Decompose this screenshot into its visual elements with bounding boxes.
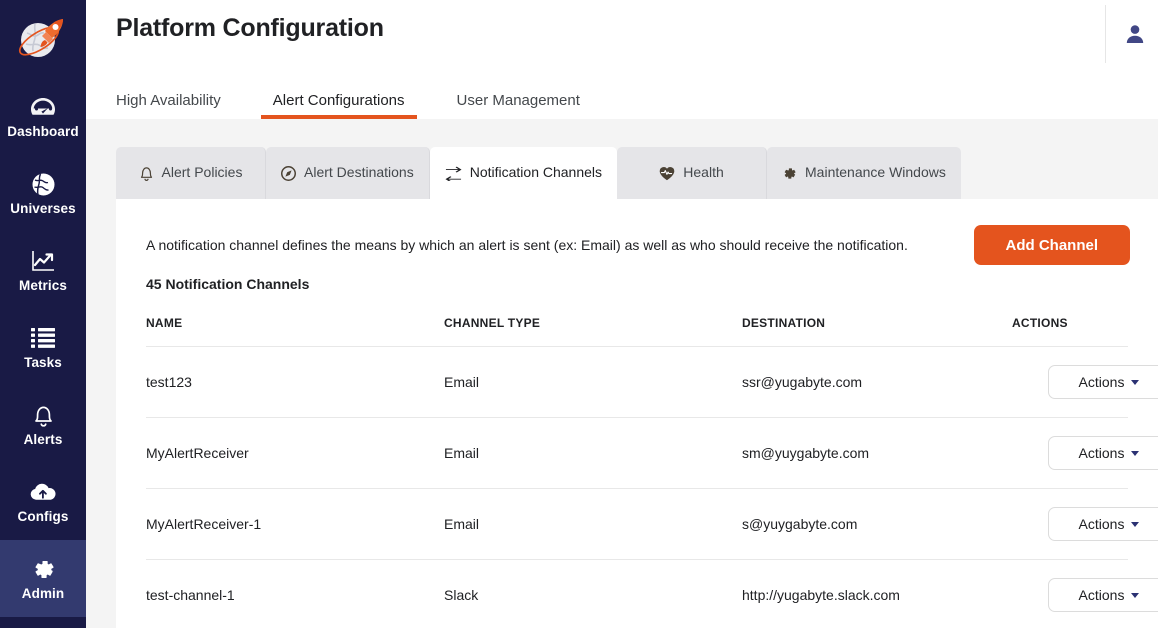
compass-target-icon	[281, 165, 296, 181]
subtab-alert-policies[interactable]: Alert Policies	[116, 147, 266, 199]
cell-actions: Actions	[1012, 346, 1158, 418]
cell-channel-type: Email	[444, 488, 742, 560]
column-header-actions: ACTIONS	[1012, 316, 1128, 347]
row-actions-button[interactable]: Actions	[1048, 436, 1158, 470]
tab-label: Alert Configurations	[272, 92, 405, 109]
table-body: test123 Email ssr@yugabyte.com Actions M…	[146, 346, 1158, 628]
cell-actions: Actions	[1012, 488, 1158, 560]
cell-actions: Actions	[1012, 559, 1158, 628]
tab-alert-configurations[interactable]: Alert Configurations	[260, 92, 417, 119]
chart-line-icon	[30, 248, 56, 274]
cell-destination: ssr@yugabyte.com	[742, 346, 1012, 418]
row-actions-label: Actions	[1078, 516, 1125, 532]
chevron-down-icon	[1131, 521, 1140, 527]
table-header-row: NAME CHANNEL TYPE DESTINATION ACTIONS	[146, 316, 1128, 347]
sidebar-item-label: Configs	[17, 509, 69, 525]
subtab-alert-destinations[interactable]: Alert Destinations	[266, 147, 430, 199]
sidebar: Dashboard Universes Metrics Tasks Alerts…	[0, 0, 86, 628]
table-row[interactable]: MyAlertReceiver-1 Email s@yuygabyte.com …	[146, 488, 1158, 560]
sidebar-item-admin[interactable]: Admin	[0, 540, 86, 617]
subtab-label: Alert Destinations	[304, 164, 414, 181]
table-row[interactable]: MyAlertReceiver Email sm@yuygabyte.com A…	[146, 417, 1158, 489]
chevron-down-icon	[1131, 379, 1140, 385]
secondary-tabs: Alert Policies Alert Destinations Notifi…	[116, 147, 1158, 199]
primary-tabs: High Availability Alert Configurations U…	[116, 93, 620, 119]
panel-header: A notification channel defines the means…	[146, 199, 1130, 265]
subtab-maintenance-windows[interactable]: Maintenance Windows	[767, 147, 961, 199]
cell-destination: sm@yuygabyte.com	[742, 417, 1012, 489]
cell-channel-type: Email	[444, 417, 742, 489]
notification-channels-panel: A notification channel defines the means…	[116, 199, 1158, 628]
sidebar-item-label: Admin	[21, 586, 65, 602]
subtab-label: Notification Channels	[469, 164, 603, 181]
cell-name: test-channel-1	[146, 559, 444, 628]
globe-icon	[30, 171, 56, 197]
row-actions-button[interactable]: Actions	[1048, 365, 1158, 399]
chevron-down-icon	[1131, 592, 1140, 598]
topbar: Platform Configuration High Availability…	[86, 0, 1158, 119]
sidebar-item-configs[interactable]: Configs	[0, 463, 86, 540]
row-actions-button[interactable]: Actions	[1048, 507, 1158, 541]
sidebar-item-label: Alerts	[23, 432, 63, 448]
cell-destination: http://yugabyte.slack.com	[742, 559, 1012, 628]
column-header-channel-type[interactable]: CHANNEL TYPE	[444, 316, 742, 347]
sidebar-item-universes[interactable]: Universes	[0, 155, 86, 232]
cell-destination: s@yuygabyte.com	[742, 488, 1012, 560]
subtab-label: Health	[683, 164, 724, 181]
subtab-label: Alert Policies	[161, 164, 243, 181]
row-actions-button[interactable]: Actions	[1048, 578, 1158, 612]
notification-channels-table: NAME CHANNEL TYPE DESTINATION ACTIONS te…	[146, 316, 1158, 628]
sidebar-item-label: Universes	[10, 201, 76, 217]
dashboard-gauge-icon	[30, 94, 56, 120]
exchange-arrows-icon	[445, 166, 462, 181]
cell-channel-type: Email	[444, 346, 742, 418]
row-actions-label: Actions	[1078, 374, 1125, 390]
panel-description: A notification channel defines the means…	[146, 237, 908, 253]
user-area	[1105, 0, 1158, 68]
sidebar-item-label: Dashboard	[7, 124, 79, 140]
column-header-name[interactable]: NAME	[146, 316, 444, 347]
main-region: Platform Configuration High Availability…	[86, 0, 1158, 628]
tab-high-availability[interactable]: High Availability	[104, 93, 233, 119]
page-title: Platform Configuration	[116, 14, 384, 42]
content-area: Alert Policies Alert Destinations Notifi…	[86, 119, 1158, 628]
subtab-health[interactable]: Health	[617, 147, 768, 199]
cell-channel-type: Slack	[444, 559, 742, 628]
sidebar-item-tasks[interactable]: Tasks	[0, 309, 86, 386]
tab-label: User Management	[456, 92, 580, 109]
yugabyte-rocket-globe-logo	[18, 19, 63, 57]
gear-icon	[782, 166, 797, 181]
table-row[interactable]: test123 Email ssr@yugabyte.com Actions	[146, 346, 1158, 418]
cloud-upload-icon	[30, 479, 56, 505]
sidebar-item-dashboard[interactable]: Dashboard	[0, 78, 86, 155]
sidebar-item-label: Tasks	[24, 355, 62, 371]
cell-actions: Actions	[1012, 417, 1158, 489]
chevron-down-icon	[1131, 450, 1140, 456]
row-actions-label: Actions	[1078, 445, 1125, 461]
sidebar-item-metrics[interactable]: Metrics	[0, 232, 86, 309]
add-channel-button[interactable]: Add Channel	[973, 225, 1130, 265]
gear-icon	[30, 556, 56, 582]
subtab-notification-channels[interactable]: Notification Channels	[429, 147, 618, 199]
user-avatar-icon[interactable]	[1124, 23, 1146, 45]
bell-icon	[139, 165, 154, 182]
row-actions-label: Actions	[1078, 587, 1125, 603]
tab-user-management[interactable]: User Management	[445, 93, 592, 119]
cell-name: MyAlertReceiver-1	[146, 488, 444, 560]
app-logo[interactable]	[0, 0, 86, 78]
cell-name: test123	[146, 346, 444, 418]
bell-icon	[30, 402, 56, 428]
divider	[1105, 5, 1106, 63]
tab-label: High Availability	[116, 92, 221, 109]
table-row[interactable]: test-channel-1 Slack http://yugabyte.sla…	[146, 559, 1158, 628]
heart-pulse-icon	[659, 166, 675, 181]
sidebar-item-alerts[interactable]: Alerts	[0, 386, 86, 463]
subtab-label: Maintenance Windows	[805, 164, 946, 181]
sidebar-item-label: Metrics	[19, 278, 67, 294]
cell-name: MyAlertReceiver	[146, 417, 444, 489]
column-header-destination[interactable]: DESTINATION	[742, 316, 1012, 347]
list-icon	[30, 325, 56, 351]
channel-count-label: 45 Notification Channels	[146, 276, 310, 292]
